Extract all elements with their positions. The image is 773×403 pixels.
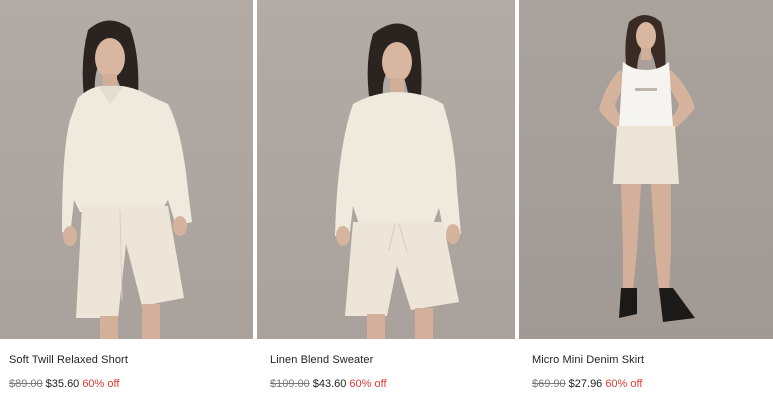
model-sweater-shorts-illustration xyxy=(335,23,461,339)
price-row: $69.90 $27.96 60% off xyxy=(532,378,642,390)
original-price: $69.90 xyxy=(532,378,566,390)
product-image[interactable] xyxy=(519,0,773,339)
original-price: $109.00 xyxy=(270,378,310,390)
product-card[interactable]: Micro Mini Denim Skirt $69.90 $27.96 60% o… xyxy=(519,0,773,403)
product-name[interactable]: Micro Mini Denim Skirt xyxy=(532,354,644,366)
sale-price: $43.60 xyxy=(312,378,347,390)
discount-badge: 60% off xyxy=(349,378,387,390)
price-row: $89.00 $35.60 60% off xyxy=(9,378,119,390)
sale-price: $27.96 xyxy=(568,378,603,390)
product-card[interactable]: Soft Twill Relaxed Short $89.00 $35.60 60%… xyxy=(0,0,253,403)
product-name[interactable]: Soft Twill Relaxed Short xyxy=(9,354,128,366)
product-grid: Soft Twill Relaxed Short $89.00 $35.60 60%… xyxy=(0,0,773,403)
product-image[interactable] xyxy=(257,0,515,339)
original-price: $89.00 xyxy=(9,378,43,390)
price-row: $109.00 $43.60 60% off xyxy=(270,378,387,390)
discount-badge: 60% off xyxy=(605,378,643,390)
model-shirt-shorts-illustration xyxy=(62,20,192,339)
model-tank-skirt-illustration xyxy=(599,15,695,322)
product-image[interactable] xyxy=(0,0,253,339)
discount-badge: 60% off xyxy=(82,378,120,390)
sale-price: $35.60 xyxy=(45,378,80,390)
product-name[interactable]: Linen Blend Sweater xyxy=(270,354,373,366)
product-card[interactable]: Linen Blend Sweater $109.00 $43.60 60% off xyxy=(257,0,515,403)
